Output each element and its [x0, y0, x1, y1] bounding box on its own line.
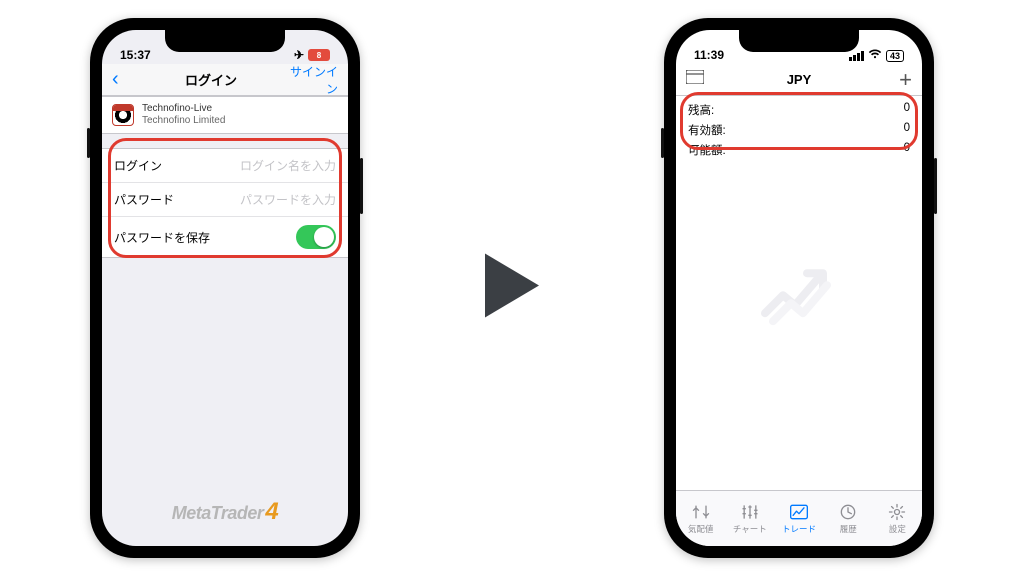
balance-label: 残高: [688, 102, 714, 118]
account-company: Technofino Limited [142, 115, 338, 127]
tab-label: 気配値 [688, 523, 714, 535]
account-summary-icon[interactable] [686, 70, 714, 89]
notch [165, 30, 285, 52]
nav-title: ログイン [140, 70, 282, 89]
login-row[interactable]: ログイン ログイン名を入力 [102, 149, 348, 183]
wifi-icon [868, 49, 882, 62]
tab-label: トレード [782, 523, 816, 535]
metatrader4-logo: MetaTrader4 [102, 498, 348, 526]
screen-right: 11:39 43 JPY + 残高: [676, 30, 922, 546]
phone-left: 15:37 ✈ 8 ‹ ログイン サインイン Technofino-Live T… [90, 18, 360, 558]
save-password-row: パスワードを保存 [102, 217, 348, 257]
account-name: Technofino-Live [142, 103, 338, 115]
empty-trade-watermark-icon [759, 255, 839, 337]
save-password-label: パスワードを保存 [114, 229, 210, 246]
cellular-icon [849, 51, 864, 61]
equity-row: 有効額: 0 [676, 120, 922, 140]
screen-left: 15:37 ✈ 8 ‹ ログイン サインイン Technofino-Live T… [102, 30, 348, 546]
free-margin-row: 可能額: 0 [676, 140, 922, 160]
balance-row: 残高: 0 [676, 100, 922, 120]
password-label: パスワード [114, 191, 174, 208]
equity-label: 有効額: [688, 122, 726, 138]
tab-history[interactable]: 履歴 [824, 491, 873, 546]
free-margin-value: 0 [904, 142, 910, 158]
tab-label: 履歴 [840, 523, 857, 535]
balance-value: 0 [904, 102, 910, 118]
login-label: ログイン [114, 157, 162, 174]
tab-label: チャート [733, 523, 767, 535]
new-order-button[interactable]: + [884, 67, 912, 93]
tab-chart[interactable]: チャート [725, 491, 774, 546]
battery-percent-badge: 43 [886, 50, 904, 62]
nav-bar: ‹ ログイン サインイン [102, 64, 348, 96]
back-button[interactable]: ‹ [112, 68, 140, 91]
nav-title: JPY [714, 72, 884, 87]
tab-label: 設定 [889, 523, 906, 535]
equity-value: 0 [904, 122, 910, 138]
tab-settings[interactable]: 設定 [873, 491, 922, 546]
status-time: 15:37 [120, 48, 151, 62]
broker-icon [112, 104, 134, 126]
free-margin-label: 可能額: [688, 142, 726, 158]
phone-right: 11:39 43 JPY + 残高: [664, 18, 934, 558]
signin-button[interactable]: サインイン [282, 63, 338, 97]
status-time: 11:39 [694, 48, 724, 62]
airplane-mode-icon: ✈ [294, 48, 304, 62]
notch [739, 30, 859, 52]
password-placeholder: パスワードを入力 [240, 191, 336, 208]
tab-trade[interactable]: トレード [774, 491, 823, 546]
tab-quotes[interactable]: 気配値 [676, 491, 725, 546]
password-row[interactable]: パスワード パスワードを入力 [102, 183, 348, 217]
nav-bar: JPY + [676, 64, 922, 96]
account-cell[interactable]: Technofino-Live Technofino Limited [102, 97, 348, 133]
save-password-toggle[interactable] [296, 225, 336, 249]
arrow-icon [477, 246, 547, 331]
tab-bar: 気配値 チャート トレード 履歴 設定 [676, 490, 922, 546]
login-placeholder: ログイン名を入力 [240, 157, 336, 174]
battery-low-badge: 8 [308, 49, 330, 61]
